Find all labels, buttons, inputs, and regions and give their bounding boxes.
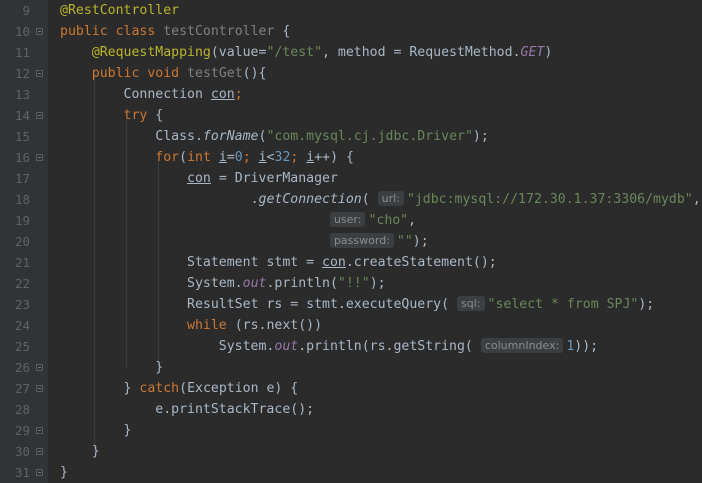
code-line-13[interactable]: 13 Connection con; xyxy=(0,84,702,105)
code-line-16[interactable]: 16 for(int i=0; i<32; i++) { xyxy=(0,147,702,168)
line-number: 13 xyxy=(14,87,30,102)
line-number: 17 xyxy=(14,171,30,186)
code-line-9[interactable]: 9 @RestController xyxy=(0,0,702,21)
fold-marker-icon[interactable] xyxy=(36,112,43,119)
line-number: 10 xyxy=(14,24,30,39)
line-number: 11 xyxy=(14,45,30,60)
line-number: 31 xyxy=(14,465,30,480)
line-number: 16 xyxy=(14,150,30,165)
code-line-18[interactable]: 18 .getConnection( url: "jdbc:mysql://172… xyxy=(0,189,702,210)
code-editor[interactable]: 9 @RestController 10 public class testCo… xyxy=(0,0,702,483)
code-line-21[interactable]: 21 Statement stmt = con.createStatement(… xyxy=(0,252,702,273)
code-line-17[interactable]: 17 con = DriverManager xyxy=(0,168,702,189)
line-number: 18 xyxy=(14,192,30,207)
code-line-10[interactable]: 10 public class testController { xyxy=(0,21,702,42)
line-number: 22 xyxy=(14,276,30,291)
fold-marker-icon[interactable] xyxy=(36,427,43,434)
line-number: 12 xyxy=(14,66,30,81)
parameter-hint: url: xyxy=(377,191,404,206)
fold-marker-icon[interactable] xyxy=(36,364,43,371)
code-line-12[interactable]: 12 public void testGet(){ xyxy=(0,63,702,84)
code-line-22[interactable]: 22 System.out.println("!!"); xyxy=(0,273,702,294)
line-number: 26 xyxy=(14,360,30,375)
line-number: 9 xyxy=(22,3,30,18)
line-number: 21 xyxy=(14,255,30,270)
line-number: 24 xyxy=(14,318,30,333)
line-number: 29 xyxy=(14,423,30,438)
line-number: 28 xyxy=(14,402,30,417)
annotation-text: @RestController xyxy=(60,3,180,18)
parameter-hint: password: xyxy=(329,233,394,248)
code-line-14[interactable]: 14 try { xyxy=(0,105,702,126)
code-line-11[interactable]: 11 @RequestMapping(value="/test", method… xyxy=(0,42,702,63)
line-number: 14 xyxy=(14,108,30,123)
code-line-23[interactable]: 23 ResultSet rs = stmt.executeQuery( sql… xyxy=(0,294,702,315)
code-line-26[interactable]: 26 } xyxy=(0,357,702,378)
line-number: 27 xyxy=(14,381,30,396)
code-line-19[interactable]: 19 user: "cho", xyxy=(0,210,702,231)
parameter-hint: user: xyxy=(329,212,366,227)
line-number: 20 xyxy=(14,234,30,249)
code-line-25[interactable]: 25 System.out.println(rs.getString( colu… xyxy=(0,336,702,357)
parameter-hint: sql: xyxy=(457,296,485,311)
fold-marker-icon[interactable] xyxy=(36,469,43,476)
fold-marker-icon[interactable] xyxy=(36,385,43,392)
line-number: 15 xyxy=(14,129,30,144)
code-line-15[interactable]: 15 Class.forName("com.mysql.cj.jdbc.Driv… xyxy=(0,126,702,147)
line-number: 19 xyxy=(14,213,30,228)
fold-marker-icon[interactable] xyxy=(36,154,43,161)
line-number: 23 xyxy=(14,297,30,312)
fold-marker-icon[interactable] xyxy=(36,448,43,455)
code-line-30[interactable]: 30 } xyxy=(0,441,702,462)
code-line-31[interactable]: 31 } xyxy=(0,462,702,483)
code-line-20[interactable]: 20 password: ""); xyxy=(0,231,702,252)
code-line-28[interactable]: 28 e.printStackTrace(); xyxy=(0,399,702,420)
line-number: 25 xyxy=(14,339,30,354)
parameter-hint: columnIndex: xyxy=(480,338,564,353)
code-line-24[interactable]: 24 while (rs.next()) xyxy=(0,315,702,336)
code-line-27[interactable]: 27 } catch(Exception e) { xyxy=(0,378,702,399)
code-line-29[interactable]: 29 } xyxy=(0,420,702,441)
fold-marker-icon[interactable] xyxy=(36,28,43,35)
line-number: 30 xyxy=(14,444,30,459)
fold-marker-icon[interactable] xyxy=(36,70,43,77)
